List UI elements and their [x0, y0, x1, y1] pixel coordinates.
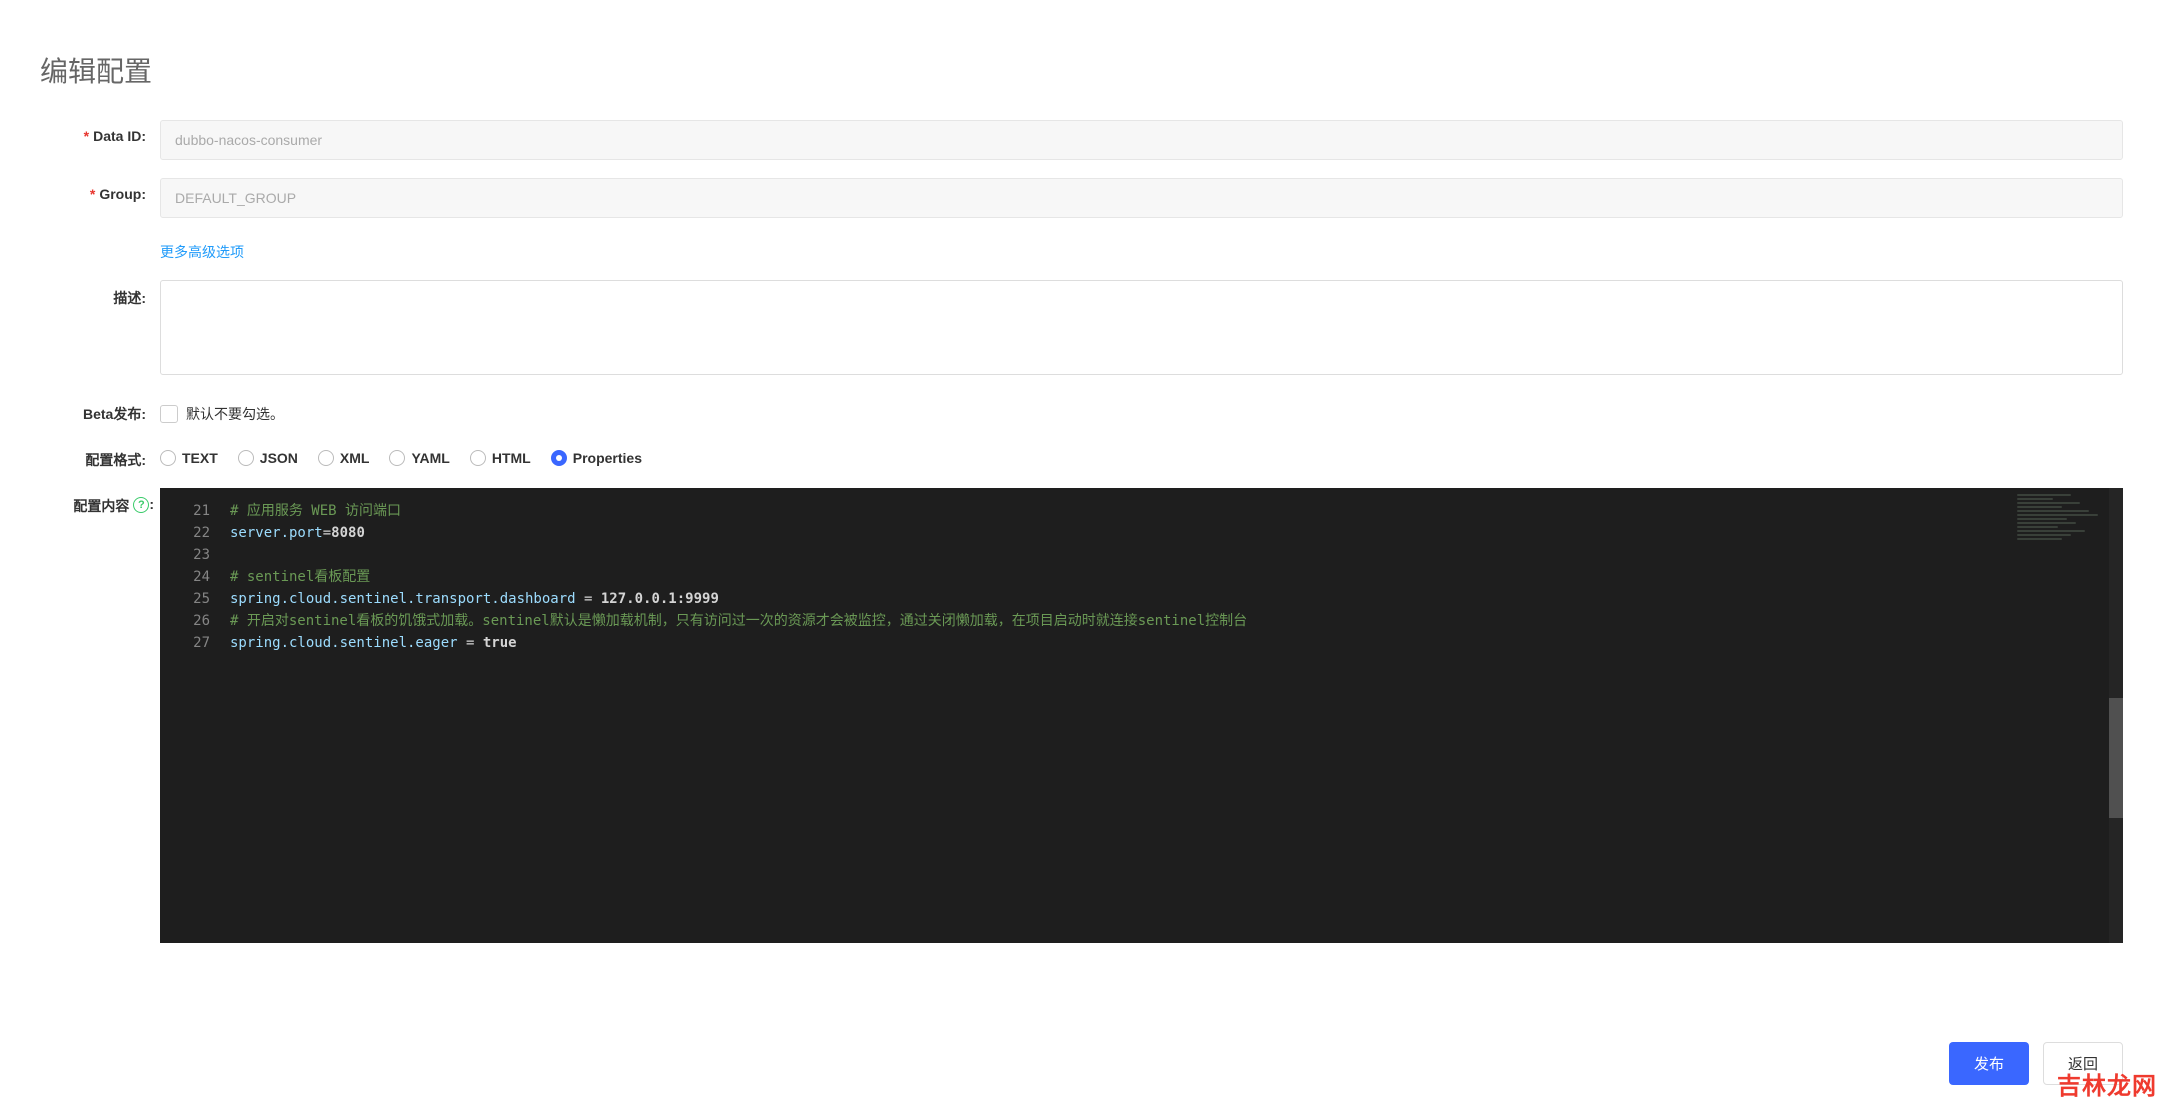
row-description: 描述:: [40, 280, 2123, 378]
editor-gutter: 21222324252627: [160, 488, 220, 654]
code-editor[interactable]: 21222324252627 # 应用服务 WEB 访问端口server.por…: [160, 488, 2123, 943]
editor-scroll-thumb[interactable]: [2109, 698, 2123, 818]
back-button[interactable]: 返回: [2043, 1042, 2123, 1085]
row-group: *Group:: [40, 178, 2123, 218]
publish-button[interactable]: 发布: [1949, 1042, 2029, 1085]
beta-hint: 默认不要勾选。: [186, 404, 284, 424]
group-input: [160, 178, 2123, 218]
advanced-options-link[interactable]: 更多高级选项: [160, 236, 244, 262]
label-group: *Group:: [40, 178, 160, 202]
label-data-id: *Data ID:: [40, 120, 160, 144]
label-beta: Beta发布:: [40, 396, 160, 424]
page-title: 编辑配置: [0, 0, 2163, 120]
help-icon[interactable]: ?: [133, 497, 149, 513]
beta-checkbox[interactable]: [160, 405, 178, 423]
row-content: 配置内容 ? : 21222324252627 # 应用服务 WEB 访问端口s…: [40, 488, 2123, 943]
editor-code[interactable]: # 应用服务 WEB 访问端口server.port=8080 # sentin…: [220, 488, 2123, 654]
format-radio-html[interactable]: HTML: [470, 450, 531, 466]
editor-minimap[interactable]: [2017, 494, 2107, 564]
config-form: *Data ID: *Group: 更多高级选项 描述: Beta发布: 默认不…: [0, 120, 2163, 943]
row-data-id: *Data ID:: [40, 120, 2123, 160]
data-id-input: [160, 120, 2123, 160]
label-description: 描述:: [40, 280, 160, 308]
label-format: 配置格式:: [40, 442, 160, 470]
format-radio-xml[interactable]: XML: [318, 450, 370, 466]
format-radio-json[interactable]: JSON: [238, 450, 298, 466]
format-radio-yaml[interactable]: YAML: [389, 450, 449, 466]
editor-scrollbar[interactable]: [2109, 488, 2123, 943]
row-advanced-link: 更多高级选项: [40, 236, 2123, 262]
description-textarea[interactable]: [160, 280, 2123, 375]
format-radio-properties[interactable]: Properties: [551, 450, 642, 466]
row-beta: Beta发布: 默认不要勾选。: [40, 396, 2123, 424]
label-content: 配置内容 ? :: [40, 488, 160, 516]
footer-actions: 发布 返回: [1949, 1042, 2123, 1085]
row-format: 配置格式: TEXT JSON XML YAML HTML Properties: [40, 442, 2123, 470]
format-radio-text[interactable]: TEXT: [160, 450, 218, 466]
